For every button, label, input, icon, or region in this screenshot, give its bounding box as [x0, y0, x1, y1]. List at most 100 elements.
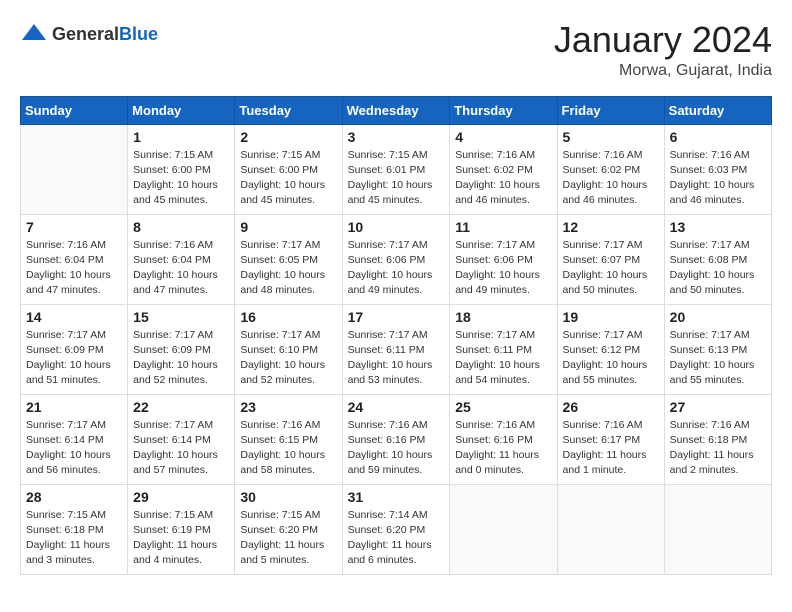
- day-number: 19: [563, 309, 659, 325]
- weekday-header: Friday: [557, 96, 664, 124]
- weekday-header-row: SundayMondayTuesdayWednesdayThursdayFrid…: [21, 96, 772, 124]
- weekday-header: Monday: [128, 96, 235, 124]
- calendar-cell: 10Sunrise: 7:17 AMSunset: 6:06 PMDayligh…: [342, 214, 450, 304]
- logo-text-general: General: [52, 24, 119, 44]
- day-number: 4: [455, 129, 551, 145]
- day-info: Sunrise: 7:16 AMSunset: 6:16 PMDaylight:…: [348, 418, 445, 479]
- day-number: 6: [670, 129, 766, 145]
- weekday-header: Tuesday: [235, 96, 342, 124]
- logo-text-blue: Blue: [119, 24, 158, 44]
- calendar-cell: 20 Sunrise: 7:17 AMSunset: 6:13 PMDayligh…: [664, 304, 771, 394]
- title-block: January 2024 Morwa, Gujarat, India: [554, 20, 772, 80]
- calendar-cell: 8Sunrise: 7:16 AMSunset: 6:04 PMDaylight…: [128, 214, 235, 304]
- day-info: Sunrise: 7:16 AMSunset: 6:15 PMDaylight:…: [240, 418, 336, 479]
- day-number: 15: [133, 309, 229, 325]
- day-info: Sunrise: 7:17 AMSunset: 6:07 PMDaylight:…: [563, 238, 659, 299]
- calendar-cell: 22Sunrise: 7:17 AMSunset: 6:14 PMDayligh…: [128, 394, 235, 484]
- calendar-table: SundayMondayTuesdayWednesdayThursdayFrid…: [20, 96, 772, 575]
- day-number: 27: [670, 399, 766, 415]
- calendar-cell: 4 Sunrise: 7:16 AMSunset: 6:02 PMDaylight…: [450, 124, 557, 214]
- day-info: Sunrise: 7:15 AMSunset: 6:00 PMDaylight:…: [240, 148, 336, 209]
- day-info: Sunrise: 7:17 AMSunset: 6:11 PMDaylight:…: [455, 328, 551, 389]
- calendar-cell: 28Sunrise: 7:15 AMSunset: 6:18 PMDayligh…: [21, 484, 128, 574]
- day-number: 25: [455, 399, 551, 415]
- day-info: Sunrise: 7:16 AMSunset: 6:02 PMDaylight:…: [455, 148, 551, 209]
- calendar-cell: 13 Sunrise: 7:17 AMSunset: 6:08 PMDayligh…: [664, 214, 771, 304]
- logo: GeneralBlue: [20, 20, 158, 48]
- location-subtitle: Morwa, Gujarat, India: [554, 62, 772, 80]
- day-number: 30: [240, 489, 336, 505]
- month-title: January 2024: [554, 20, 772, 60]
- day-number: 31: [348, 489, 445, 505]
- day-number: 29: [133, 489, 229, 505]
- calendar-cell: 1Sunrise: 7:15 AMSunset: 6:00 PMDaylight…: [128, 124, 235, 214]
- calendar-week-row: 7 Sunrise: 7:16 AMSunset: 6:04 PMDaylight…: [21, 214, 772, 304]
- calendar-cell: 3 Sunrise: 7:15 AMSunset: 6:01 PMDaylight…: [342, 124, 450, 214]
- day-info: Sunrise: 7:16 AMSunset: 6:04 PMDaylight:…: [26, 238, 122, 299]
- day-info: Sunrise: 7:16 AMSunset: 6:18 PMDaylight:…: [670, 418, 766, 479]
- calendar-cell: [450, 484, 557, 574]
- calendar-cell: 14Sunrise: 7:17 AMSunset: 6:09 PMDayligh…: [21, 304, 128, 394]
- day-info: Sunrise: 7:17 AMSunset: 6:10 PMDaylight:…: [240, 328, 336, 389]
- day-number: 7: [26, 219, 122, 235]
- day-number: 21: [26, 399, 122, 415]
- calendar-cell: [557, 484, 664, 574]
- day-info: Sunrise: 7:17 AMSunset: 6:06 PMDaylight:…: [348, 238, 445, 299]
- day-number: 20: [670, 309, 766, 325]
- calendar-cell: 2 Sunrise: 7:15 AMSunset: 6:00 PMDaylight…: [235, 124, 342, 214]
- day-number: 8: [133, 219, 229, 235]
- calendar-cell: 25 Sunrise: 7:16 AMSunset: 6:16 PMDayligh…: [450, 394, 557, 484]
- day-number: 28: [26, 489, 122, 505]
- day-info: Sunrise: 7:14 AMSunset: 6:20 PMDaylight:…: [348, 508, 445, 569]
- day-info: Sunrise: 7:17 AMSunset: 6:13 PMDaylight:…: [670, 328, 766, 389]
- calendar-cell: 27 Sunrise: 7:16 AMSunset: 6:18 PMDayligh…: [664, 394, 771, 484]
- calendar-cell: 16Sunrise: 7:17 AMSunset: 6:10 PMDayligh…: [235, 304, 342, 394]
- day-info: Sunrise: 7:17 AMSunset: 6:05 PMDaylight:…: [240, 238, 336, 299]
- day-number: 2: [240, 129, 336, 145]
- calendar-week-row: 28Sunrise: 7:15 AMSunset: 6:18 PMDayligh…: [21, 484, 772, 574]
- calendar-week-row: 1Sunrise: 7:15 AMSunset: 6:00 PMDaylight…: [21, 124, 772, 214]
- calendar-week-row: 21Sunrise: 7:17 AMSunset: 6:14 PMDayligh…: [21, 394, 772, 484]
- calendar-cell: 15 Sunrise: 7:17 AMSunset: 6:09 PMDayligh…: [128, 304, 235, 394]
- calendar-cell: 5Sunrise: 7:16 AMSunset: 6:02 PMDaylight…: [557, 124, 664, 214]
- calendar-cell: 21Sunrise: 7:17 AMSunset: 6:14 PMDayligh…: [21, 394, 128, 484]
- day-number: 12: [563, 219, 659, 235]
- day-number: 3: [348, 129, 445, 145]
- weekday-header: Wednesday: [342, 96, 450, 124]
- day-info: Sunrise: 7:17 AMSunset: 6:08 PMDaylight:…: [670, 238, 766, 299]
- day-info: Sunrise: 7:16 AMSunset: 6:03 PMDaylight:…: [670, 148, 766, 209]
- calendar-cell: 31 Sunrise: 7:14 AMSunset: 6:20 PMDayligh…: [342, 484, 450, 574]
- day-info: Sunrise: 7:16 AMSunset: 6:16 PMDaylight:…: [455, 418, 551, 479]
- day-number: 26: [563, 399, 659, 415]
- calendar-cell: 30 Sunrise: 7:15 AMSunset: 6:20 PMDayligh…: [235, 484, 342, 574]
- day-info: Sunrise: 7:17 AMSunset: 6:09 PMDaylight:…: [133, 328, 229, 389]
- day-info: Sunrise: 7:15 AMSunset: 6:00 PMDaylight:…: [133, 148, 229, 209]
- day-info: Sunrise: 7:17 AMSunset: 6:06 PMDaylight:…: [455, 238, 551, 299]
- day-number: 17: [348, 309, 445, 325]
- day-info: Sunrise: 7:17 AMSunset: 6:12 PMDaylight:…: [563, 328, 659, 389]
- calendar-cell: 17Sunrise: 7:17 AMSunset: 6:11 PMDayligh…: [342, 304, 450, 394]
- calendar-cell: 26 Sunrise: 7:16 AMSunset: 6:17 PMDayligh…: [557, 394, 664, 484]
- day-info: Sunrise: 7:15 AMSunset: 6:01 PMDaylight:…: [348, 148, 445, 209]
- weekday-header: Saturday: [664, 96, 771, 124]
- calendar-cell: 9 Sunrise: 7:17 AMSunset: 6:05 PMDaylight…: [235, 214, 342, 304]
- day-number: 5: [563, 129, 659, 145]
- calendar-cell: 7 Sunrise: 7:16 AMSunset: 6:04 PMDaylight…: [21, 214, 128, 304]
- day-number: 13: [670, 219, 766, 235]
- calendar-cell: [664, 484, 771, 574]
- day-number: 24: [348, 399, 445, 415]
- day-number: 14: [26, 309, 122, 325]
- day-info: Sunrise: 7:15 AMSunset: 6:20 PMDaylight:…: [240, 508, 336, 569]
- calendar-cell: 12 Sunrise: 7:17 AMSunset: 6:07 PMDayligh…: [557, 214, 664, 304]
- calendar-cell: 23Sunrise: 7:16 AMSunset: 6:15 PMDayligh…: [235, 394, 342, 484]
- calendar-cell: 24 Sunrise: 7:16 AMSunset: 6:16 PMDayligh…: [342, 394, 450, 484]
- day-info: Sunrise: 7:15 AMSunset: 6:19 PMDaylight:…: [133, 508, 229, 569]
- day-number: 9: [240, 219, 336, 235]
- calendar-cell: 6 Sunrise: 7:16 AMSunset: 6:03 PMDaylight…: [664, 124, 771, 214]
- day-number: 11: [455, 219, 551, 235]
- calendar-week-row: 14 Sunrise: 7:17 AMSunset: 6:09 PMDayligh…: [21, 304, 772, 394]
- weekday-header: Thursday: [450, 96, 557, 124]
- day-info: Sunrise: 7:16 AMSunset: 6:17 PMDaylight:…: [563, 418, 659, 479]
- calendar-cell: 29 Sunrise: 7:15 AMSunset: 6:19 PMDayligh…: [128, 484, 235, 574]
- calendar-cell: 11 Sunrise: 7:17 AMSunset: 6:06 PMDayligh…: [450, 214, 557, 304]
